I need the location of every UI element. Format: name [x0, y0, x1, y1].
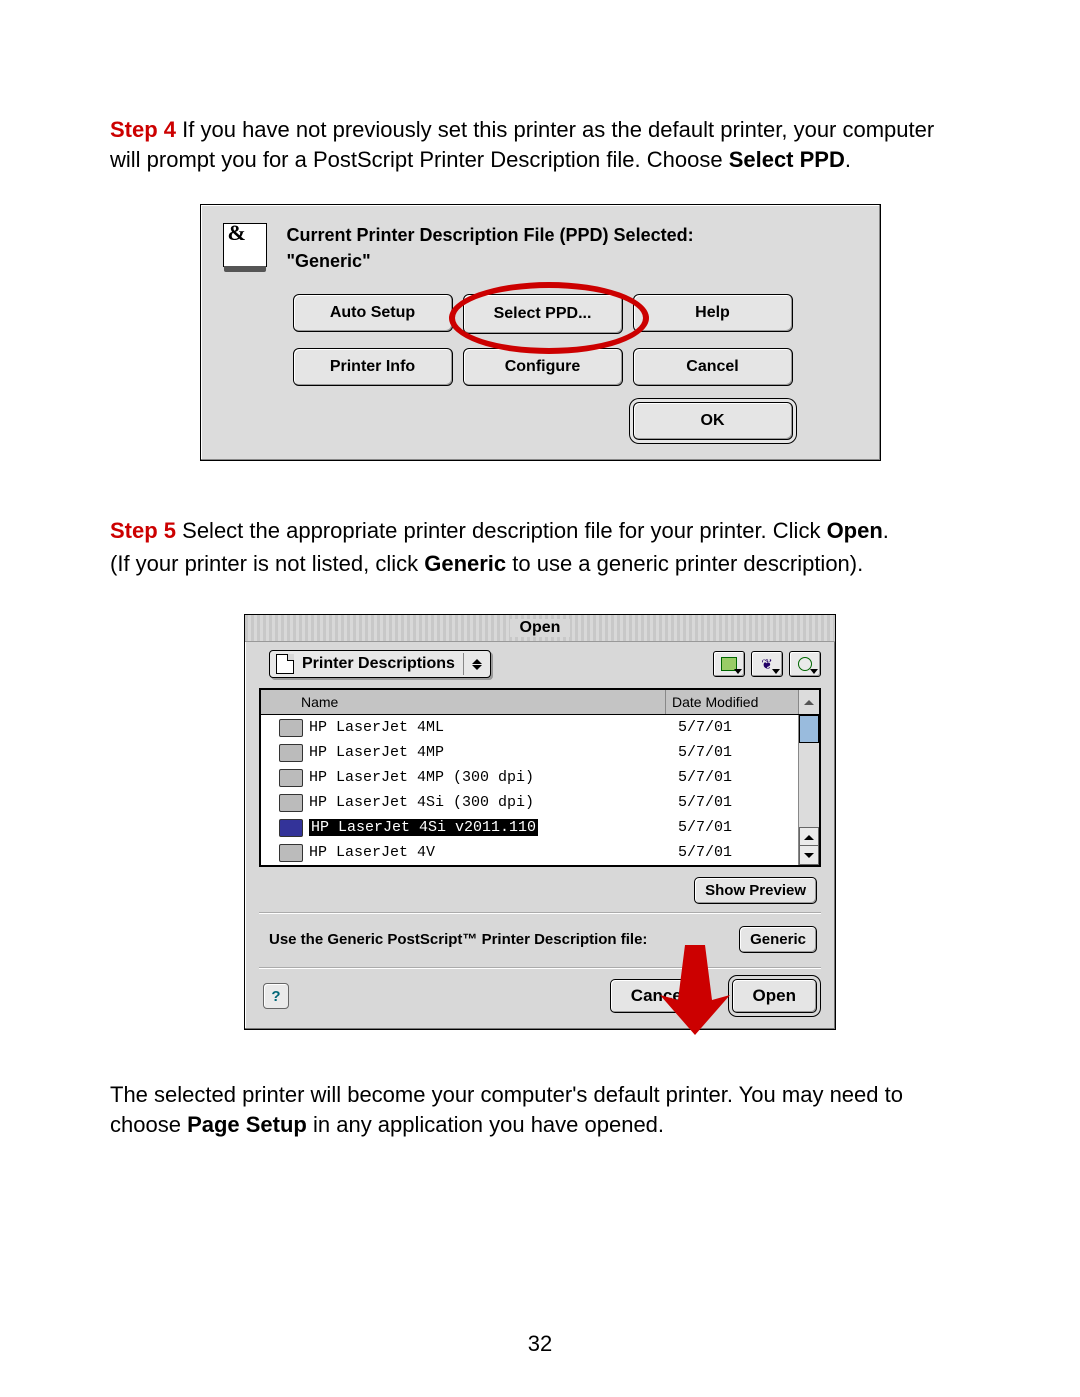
- step4-bold: Select PPD: [729, 147, 845, 172]
- popup-arrows-icon: [463, 653, 486, 675]
- open-dialog-title: Open: [510, 619, 571, 637]
- file-row[interactable]: HP LaserJet 4MP (300 dpi)5/7/01: [261, 765, 798, 790]
- open-dialog-titlebar: Open: [245, 615, 835, 642]
- printer-icon: [223, 223, 267, 267]
- step5-bold2: Generic: [424, 551, 506, 576]
- step5-text2a: (If your printer is not listed, click: [110, 551, 424, 576]
- step5-paragraph-1: Step 5 Select the appropriate printer de…: [110, 516, 970, 546]
- select-ppd-button[interactable]: Select PPD...: [463, 294, 623, 334]
- file-name: HP LaserJet 4Si v2011.110: [309, 819, 678, 836]
- step5-text2b: to use a generic printer description).: [506, 551, 863, 576]
- folder-popup[interactable]: Printer Descriptions: [269, 650, 491, 678]
- step4-label: Step 4: [110, 117, 176, 142]
- closing-paragraph: The selected printer will become your co…: [110, 1080, 970, 1139]
- cancel-button[interactable]: Cancel: [633, 348, 793, 386]
- closing-text-after: in any application you have opened.: [307, 1112, 664, 1137]
- file-name: HP LaserJet 4V: [309, 844, 678, 861]
- file-icon: [279, 794, 303, 812]
- file-icon: [279, 719, 303, 737]
- ppd-title-line2: "Generic": [287, 249, 694, 274]
- closing-bold: Page Setup: [187, 1112, 307, 1137]
- configure-button[interactable]: Configure: [463, 348, 623, 386]
- step5-bold1: Open: [827, 518, 883, 543]
- file-date: 5/7/01: [678, 769, 798, 786]
- scroll-up-button[interactable]: [799, 827, 819, 847]
- generic-ppd-label: Use the Generic PostScript™ Printer Desc…: [269, 931, 647, 948]
- page-number: 32: [0, 1331, 1080, 1357]
- folder-icon: [276, 654, 294, 674]
- sort-direction-button[interactable]: [798, 690, 819, 714]
- file-row[interactable]: HP LaserJet 4ML5/7/01: [261, 715, 798, 740]
- column-date[interactable]: Date Modified: [665, 690, 798, 714]
- file-name: HP LaserJet 4Si (300 dpi): [309, 794, 678, 811]
- file-row[interactable]: HP LaserJet 4MP5/7/01: [261, 740, 798, 765]
- file-list-header: Name Date Modified: [261, 690, 819, 715]
- step5-label: Step 5: [110, 518, 176, 543]
- step5-paragraph-2: (If your printer is not listed, click Ge…: [110, 549, 970, 579]
- ppd-title: Current Printer Description File (PPD) S…: [287, 223, 694, 273]
- open-button[interactable]: Open: [732, 979, 817, 1013]
- file-date: 5/7/01: [678, 794, 798, 811]
- file-list: Name Date Modified HP LaserJet 4ML5/7/01…: [259, 688, 821, 867]
- file-date: 5/7/01: [678, 744, 798, 761]
- show-preview-button[interactable]: Show Preview: [694, 877, 817, 904]
- file-icon: [279, 744, 303, 762]
- generic-button[interactable]: Generic: [739, 926, 817, 953]
- ppd-setup-dialog: Current Printer Description File (PPD) S…: [200, 204, 881, 460]
- file-icon: [279, 844, 303, 862]
- ppd-title-line1: Current Printer Description File (PPD) S…: [287, 223, 694, 248]
- scroll-thumb[interactable]: [799, 715, 819, 743]
- step4-period: .: [845, 147, 851, 172]
- file-row[interactable]: HP LaserJet 4Si (300 dpi)5/7/01: [261, 790, 798, 815]
- folder-popup-label: Printer Descriptions: [302, 655, 455, 673]
- step5-text1: Select the appropriate printer descripti…: [176, 518, 827, 543]
- open-cancel-button[interactable]: Cancel: [610, 979, 708, 1013]
- file-date: 5/7/01: [678, 719, 798, 736]
- file-row[interactable]: HP LaserJet 4V5/7/01: [261, 840, 798, 865]
- scroll-down-button[interactable]: [799, 845, 819, 865]
- file-row[interactable]: HP LaserJet 4Si v2011.1105/7/01: [261, 815, 798, 840]
- auto-setup-button[interactable]: Auto Setup: [293, 294, 453, 332]
- file-name: HP LaserJet 4ML: [309, 719, 678, 736]
- file-icon: [279, 819, 303, 837]
- file-icon: [279, 769, 303, 787]
- favorites-button[interactable]: ❦: [751, 651, 783, 677]
- file-name: HP LaserJet 4MP: [309, 744, 678, 761]
- recent-button[interactable]: [789, 651, 821, 677]
- ok-button[interactable]: OK: [633, 402, 793, 440]
- file-date: 5/7/01: [678, 844, 798, 861]
- printer-info-button[interactable]: Printer Info: [293, 348, 453, 386]
- step4-paragraph: Step 4 If you have not previously set th…: [110, 115, 970, 174]
- file-name: HP LaserJet 4MP (300 dpi): [309, 769, 678, 786]
- column-name[interactable]: Name: [261, 690, 665, 714]
- file-date: 5/7/01: [678, 819, 798, 836]
- open-dialog: Open Printer Descriptions ❦ Name Date Mo…: [244, 614, 836, 1030]
- scrollbar[interactable]: [798, 715, 819, 865]
- help-button[interactable]: Help: [633, 294, 793, 332]
- help-icon-button[interactable]: ?: [263, 983, 289, 1009]
- shortcuts-button[interactable]: [713, 651, 745, 677]
